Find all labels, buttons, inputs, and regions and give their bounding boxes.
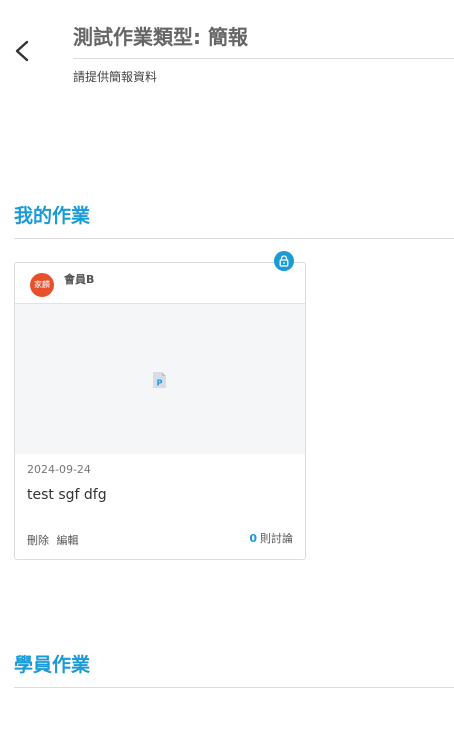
card-date: 2024-09-24	[27, 463, 91, 476]
svg-text:P: P	[157, 379, 163, 388]
discussion-count: 0	[249, 532, 257, 545]
header-divider	[73, 58, 454, 59]
card-header: 家麟 會員B	[15, 263, 305, 304]
edit-button[interactable]: 編輯	[57, 534, 79, 547]
ppt-file-icon: P	[153, 372, 166, 388]
delete-button[interactable]: 刪除	[27, 534, 49, 547]
member-name: 會員B	[64, 273, 95, 286]
discussion-label: 則討論	[260, 532, 293, 545]
work-card[interactable]: 家麟 會員B P 2024-09-24 test sgf dfg 刪除 編輯 0…	[14, 262, 306, 560]
page: 測試作業類型: 簡報 請提供簡報資料 我的作業 家麟 會員B P 2024-09…	[0, 0, 454, 737]
section-title-student-work: 學員作業	[14, 654, 91, 676]
lock-toggle[interactable]	[274, 251, 294, 271]
file-preview[interactable]: P	[15, 304, 305, 454]
section-title-my-work: 我的作業	[14, 205, 91, 227]
section-divider-my-work	[14, 238, 454, 239]
card-actions: 刪除 編輯	[27, 534, 83, 548]
avatar[interactable]: 家麟	[30, 273, 54, 297]
back-button[interactable]	[8, 34, 36, 68]
page-subtitle: 請提供簡報資料	[73, 70, 158, 84]
lock-icon	[279, 255, 289, 267]
section-divider-student-work	[14, 687, 454, 688]
page-title: 測試作業類型: 簡報	[73, 25, 248, 49]
discussion-link[interactable]: 0 則討論	[249, 532, 293, 546]
chevron-left-icon	[15, 40, 29, 62]
card-title[interactable]: test sgf dfg	[27, 486, 107, 504]
